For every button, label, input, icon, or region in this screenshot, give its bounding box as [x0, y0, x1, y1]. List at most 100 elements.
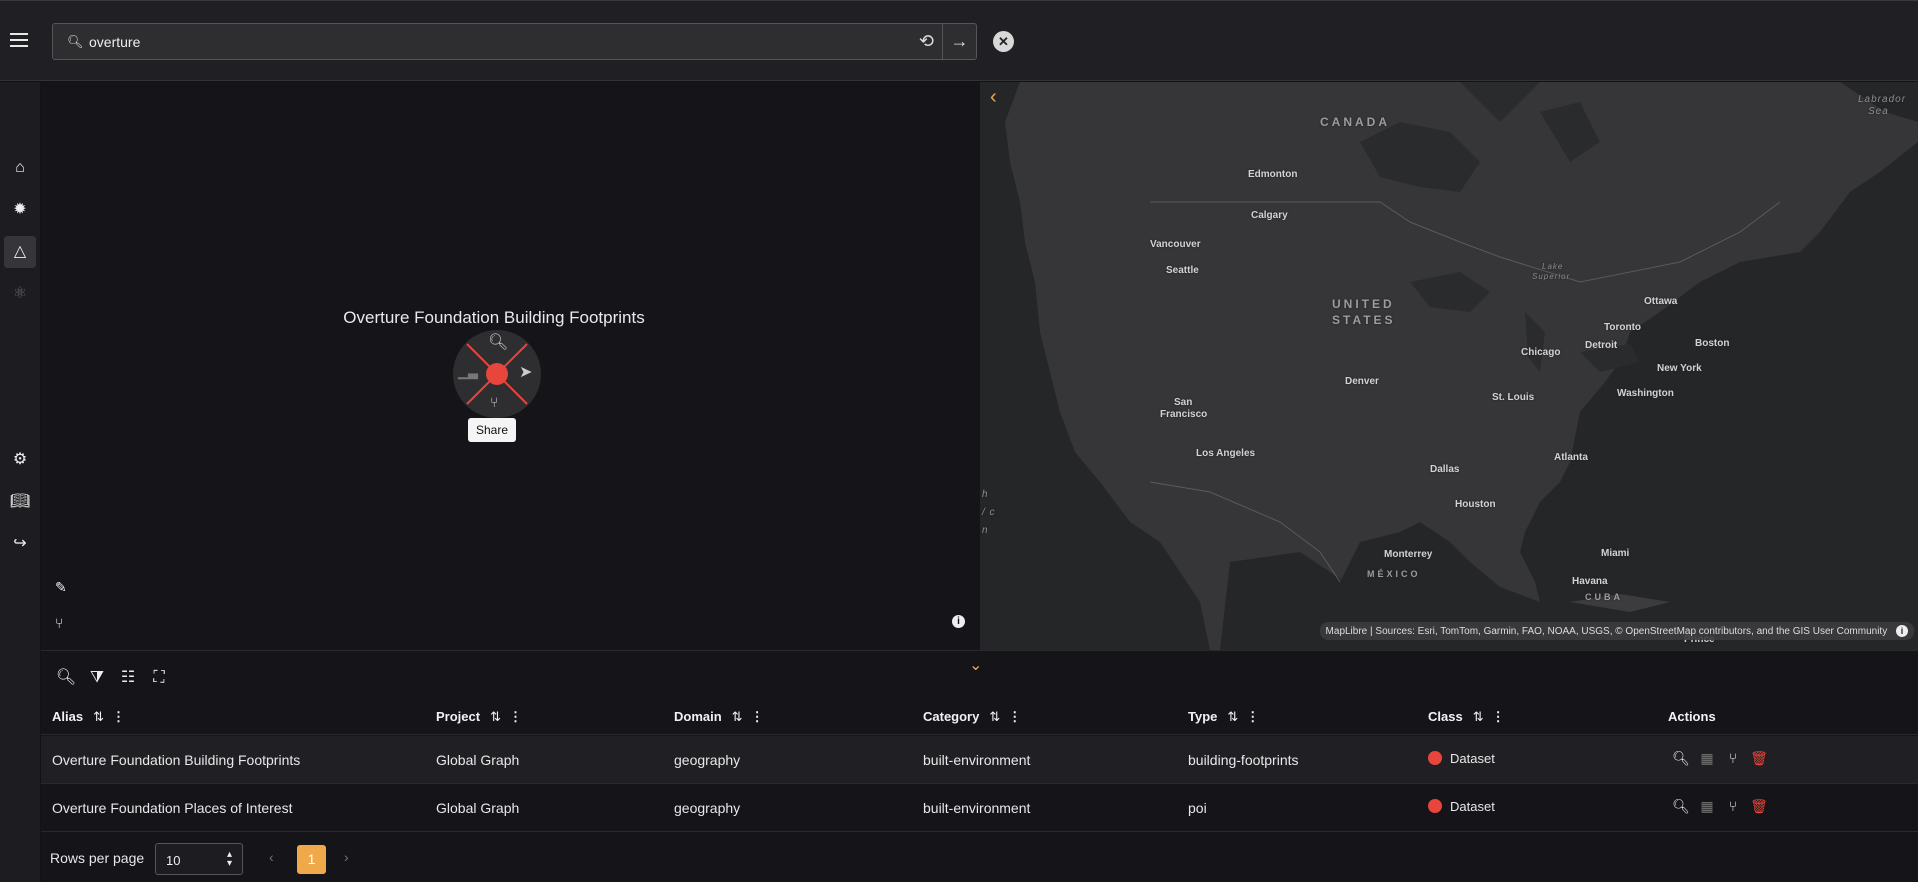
graph-panel: › Overture Foundation Building Footprint…	[41, 82, 1003, 650]
map-label: New York	[1657, 363, 1702, 374]
logout-icon[interactable]: ↪	[4, 528, 36, 560]
filter-icon[interactable]: ⧩	[86, 669, 108, 687]
map-label: San	[1174, 397, 1193, 408]
map-label: Sea	[1868, 106, 1889, 117]
left-nav: ⌂ ✹ △ ⚛ ⚙ 📖︎ ↪	[0, 82, 40, 882]
column-menu-icon: ⋮	[1008, 709, 1022, 724]
node-share-icon[interactable]: ⑂	[490, 394, 498, 410]
column-header-class[interactable]: Class ⇅ ⋮	[1428, 709, 1505, 725]
table-row[interactable]: Overture Foundation Places of Interest G…	[41, 784, 1918, 832]
cell-project: Global Graph	[436, 800, 520, 816]
share-icon[interactable]: ⑂	[1723, 750, 1743, 766]
attribution-maplibre-link[interactable]: MapLibre	[1326, 626, 1368, 637]
node-search-icon[interactable]: 🔍︎	[488, 332, 508, 352]
map-label: UNITED	[1332, 297, 1395, 311]
map-attribution: MapLibre | Sources: Esri, TomTom, Garmin…	[1319, 622, 1914, 640]
cell-type: building-footprints	[1188, 752, 1299, 768]
map-label: n	[982, 525, 989, 536]
atom-icon[interactable]: ⚛	[4, 278, 36, 310]
map-label: STATES	[1332, 313, 1396, 327]
cell-class: Dataset	[1428, 799, 1495, 814]
columns-icon[interactable]: ☷	[117, 667, 139, 687]
burst-icon[interactable]: ✹	[4, 194, 36, 226]
cell-domain: geography	[674, 800, 741, 816]
node-chart-icon[interactable]: ▁▃	[458, 364, 478, 380]
map-label: Vancouver	[1150, 239, 1201, 250]
graph-icon[interactable]: △	[4, 236, 36, 268]
cell-type: poi	[1188, 800, 1207, 816]
share-icon[interactable]: ⑂	[55, 615, 63, 631]
node-title: Overture Foundation Building Footprints	[343, 308, 645, 327]
table-footer: Rows per page 10 ▴ ▾ ‹ 1 ›	[41, 837, 441, 877]
node-send-icon[interactable]: ➤	[519, 362, 532, 382]
map-label: / c	[982, 507, 996, 518]
map-label: Washington	[1617, 388, 1674, 399]
sort-icon: ⇅	[1227, 709, 1239, 724]
map-icon[interactable]: ▦	[1697, 798, 1717, 815]
chevron-left-icon[interactable]: ‹	[990, 86, 997, 109]
home-icon[interactable]: ⌂	[4, 152, 36, 184]
history-icon[interactable]: ⟲	[919, 31, 934, 52]
updown-icon: ▴ ▾	[226, 849, 232, 869]
cell-category: built-environment	[923, 752, 1031, 768]
map-label: Boston	[1695, 338, 1730, 349]
map-label: MÉXICO	[1367, 569, 1421, 579]
column-header-domain[interactable]: Domain ⇅ ⋮	[674, 709, 764, 725]
sort-icon: ⇅	[490, 709, 501, 724]
map-label: Miami	[1601, 548, 1630, 559]
prev-page-icon[interactable]: ‹	[269, 849, 274, 865]
map-label: Lake	[1542, 262, 1564, 271]
attribution-info-icon[interactable]: i	[1896, 625, 1908, 637]
column-header-project[interactable]: Project ⇅ ⋮	[436, 709, 522, 725]
column-header-category[interactable]: Category ⇅ ⋮	[923, 709, 1021, 725]
search-icon[interactable]: 🔍︎	[1671, 750, 1691, 767]
search-input[interactable]	[89, 30, 869, 54]
table-row[interactable]: Overture Foundation Building Footprints …	[41, 736, 1918, 784]
gear-icon[interactable]: ⚙	[4, 444, 36, 476]
map-label: Detroit	[1585, 340, 1618, 351]
trash-icon[interactable]: 🗑︎	[1749, 750, 1769, 767]
column-menu-icon: ⋮	[750, 709, 764, 724]
map-label: Francisco	[1160, 409, 1208, 420]
column-header-alias[interactable]: Alias ⇅ ⋮	[52, 709, 125, 725]
rows-per-page-select[interactable]: 10 ▴ ▾	[155, 843, 243, 875]
search-submit-button[interactable]: →	[942, 24, 976, 59]
class-dot	[1428, 751, 1442, 765]
share-icon[interactable]: ⑂	[1723, 798, 1743, 814]
column-menu-icon: ⋮	[111, 709, 125, 724]
table-header: Alias ⇅ ⋮ Project ⇅ ⋮ Domain ⇅ ⋮ Category ⇅ ⋮ Ty…	[41, 697, 1918, 735]
map-label: Labrador	[1858, 94, 1907, 105]
class-dot	[1428, 799, 1442, 813]
map-panel[interactable]: ‹ CANADA UNITED STATES MÉXICO CUBA Labra…	[980, 82, 1918, 650]
map-label: Chicago	[1521, 347, 1561, 358]
search-bar: 🔍︎ ⟲ →	[52, 23, 977, 60]
graph-node[interactable]: 🔍︎ ▁▃ ➤ ⑂	[449, 326, 545, 422]
book-icon[interactable]: 📖︎	[4, 486, 36, 518]
row-actions: 🔍︎ ▦ ⑂ 🗑︎	[1671, 750, 1775, 768]
search-icon[interactable]: 🔍︎	[55, 667, 77, 687]
column-menu-icon: ⋮	[1246, 709, 1260, 724]
map-basemap	[980, 82, 1918, 650]
map-label: Denver	[1345, 376, 1379, 387]
sort-icon: ⇅	[731, 709, 743, 724]
map-icon[interactable]: ▦	[1697, 750, 1717, 767]
edit-icon[interactable]: ✎	[55, 579, 67, 596]
next-page-icon[interactable]: ›	[344, 849, 349, 865]
trash-icon[interactable]: 🗑︎	[1749, 798, 1769, 815]
page-button-current[interactable]: 1	[297, 845, 326, 874]
column-header-type[interactable]: Type ⇅ ⋮	[1188, 709, 1259, 725]
info-icon[interactable]: i	[952, 615, 965, 628]
cell-category: built-environment	[923, 800, 1031, 816]
clear-search-button[interactable]: ✕	[993, 31, 1014, 52]
map-label: Superior	[1532, 272, 1571, 281]
map-label: Dallas	[1430, 464, 1460, 475]
chevron-down-icon[interactable]: ⌄	[969, 655, 982, 675]
table-panel: ⌄ 🔍︎ ⧩ ☷ ⛶ Alias ⇅ ⋮ Project ⇅ ⋮ Domain ⇅ ⋮ Categ…	[41, 650, 1918, 882]
hamburger-menu-icon[interactable]	[10, 33, 28, 47]
column-header-actions: Actions	[1668, 709, 1716, 724]
map-label: Houston	[1455, 499, 1496, 510]
cell-alias: Overture Foundation Places of Interest	[52, 800, 293, 816]
cell-alias: Overture Foundation Building Footprints	[52, 752, 301, 768]
fullscreen-icon[interactable]: ⛶	[148, 669, 170, 687]
search-icon[interactable]: 🔍︎	[1671, 798, 1691, 815]
